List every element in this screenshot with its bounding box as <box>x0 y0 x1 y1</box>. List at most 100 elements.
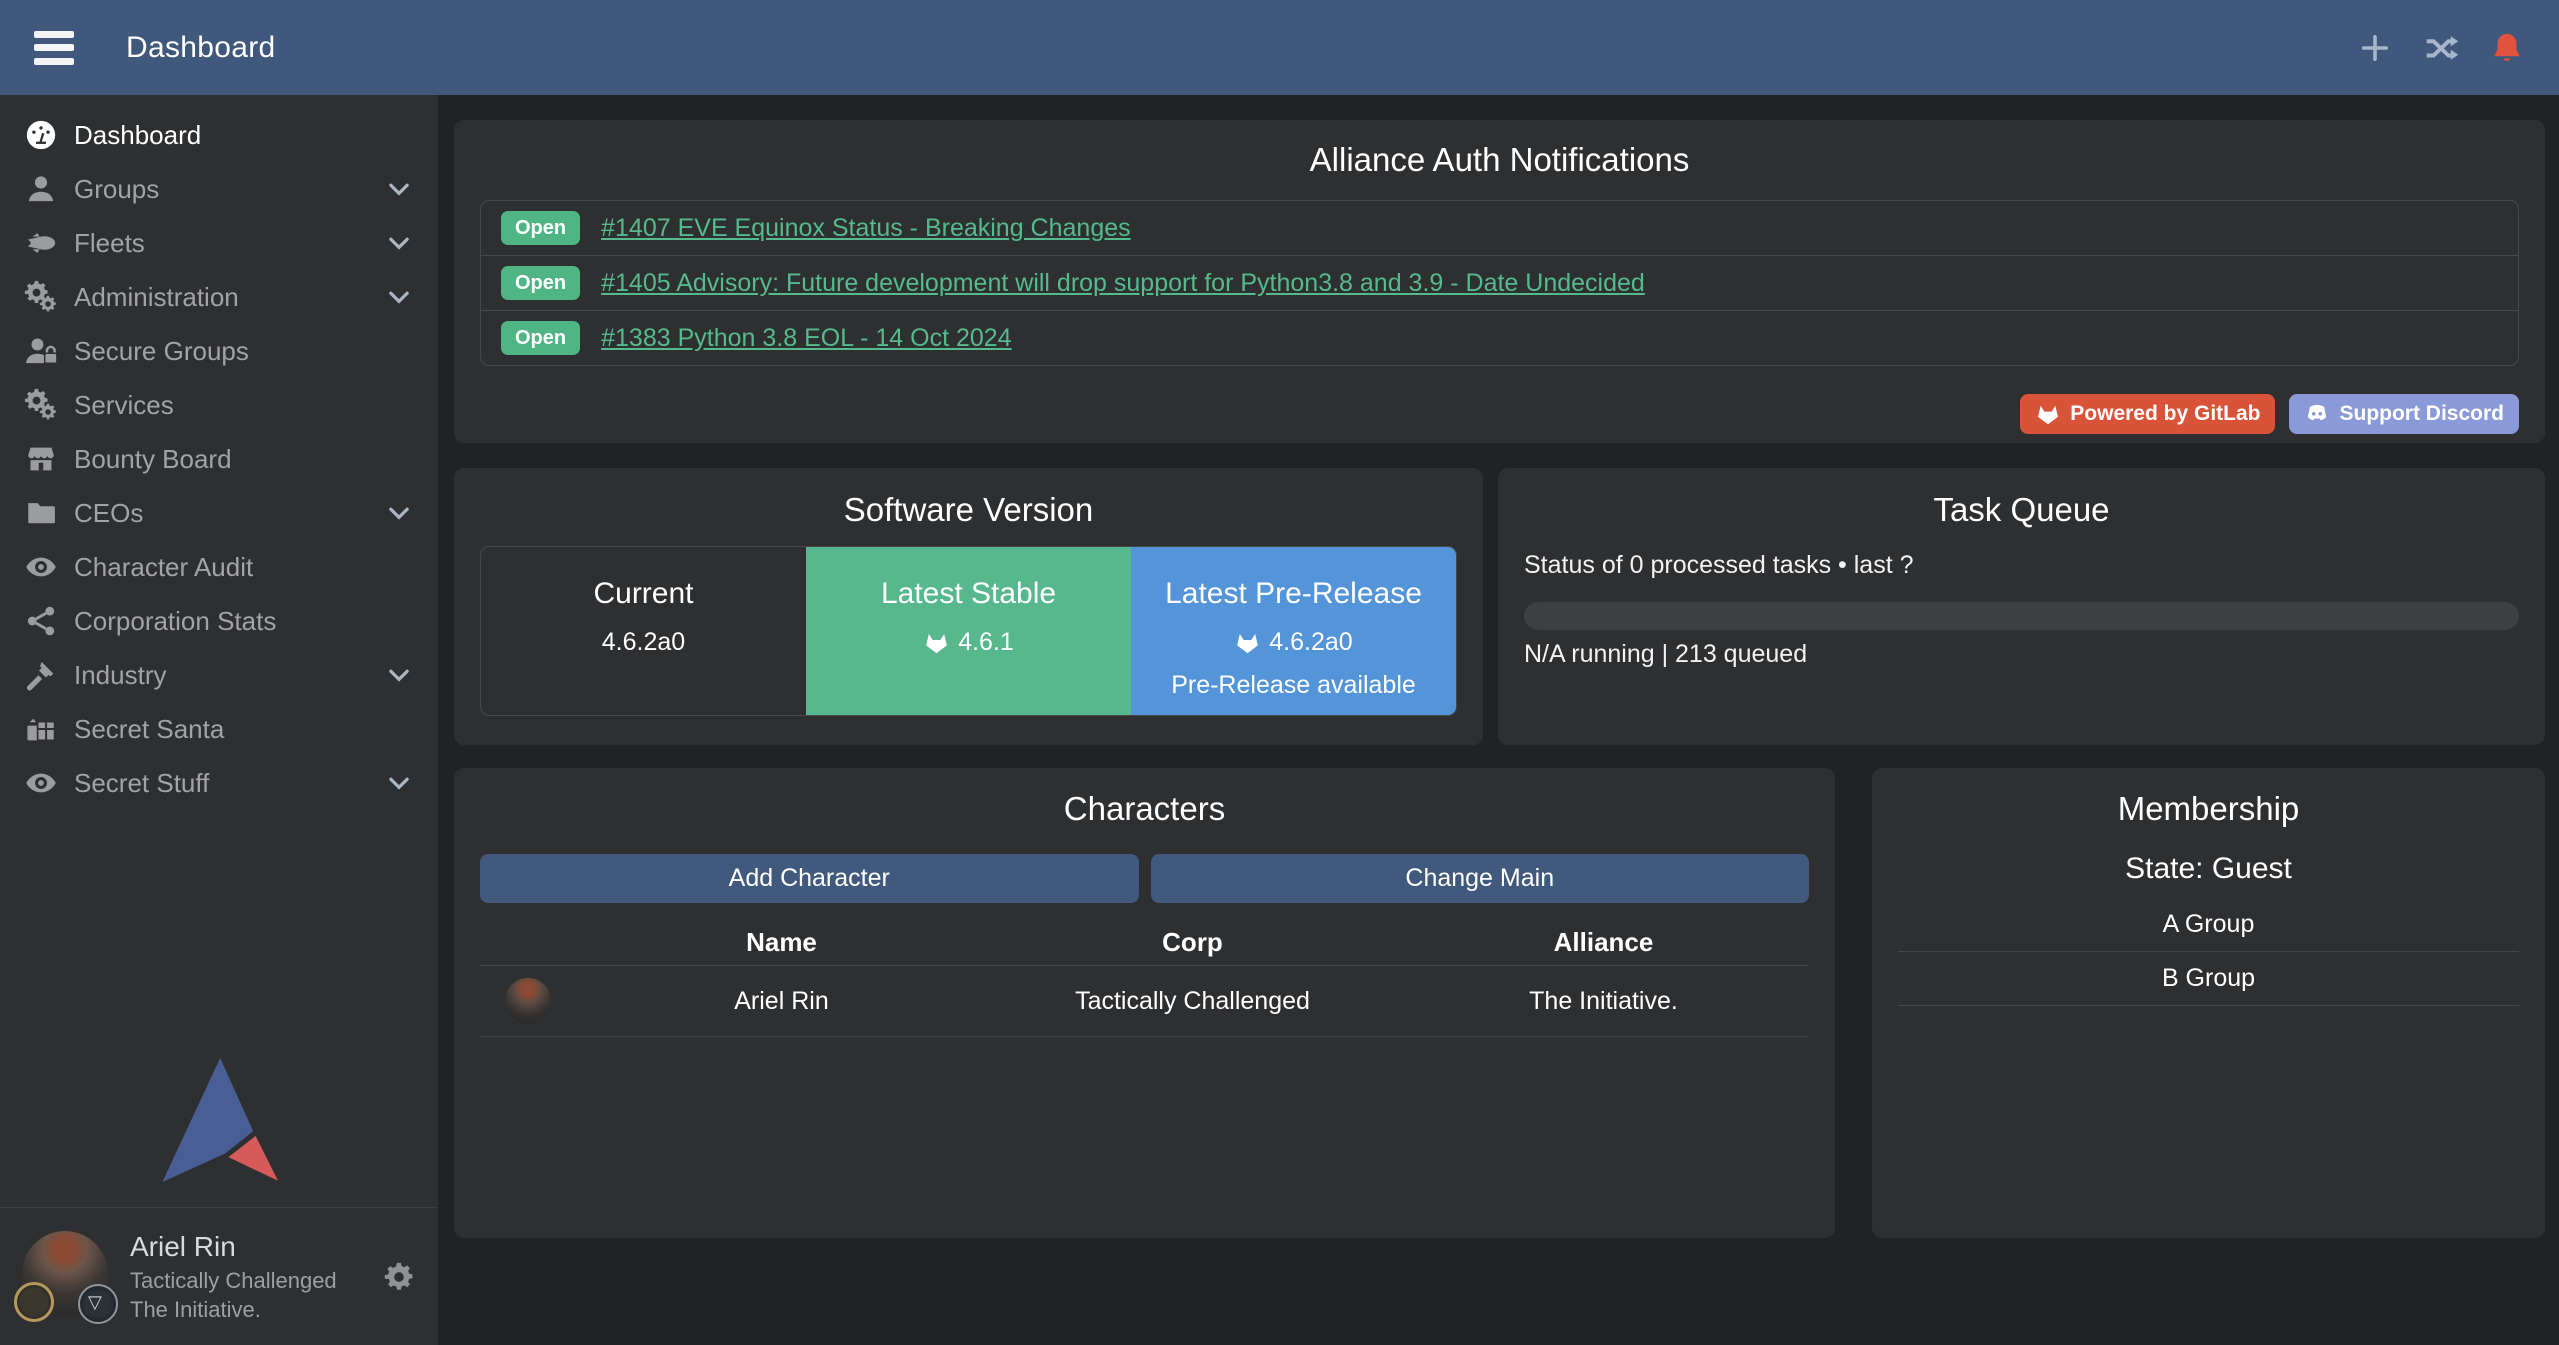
gifts-icon <box>24 712 58 746</box>
chevron-down-icon <box>384 498 414 528</box>
membership-title: Membership <box>1898 790 2519 828</box>
characters-table-header: Name Corp Alliance <box>480 919 1809 966</box>
status-badge: Open <box>501 266 580 300</box>
top-navbar: Dashboard <box>0 0 2559 95</box>
column-corp: Corp <box>987 927 1398 958</box>
characters-title: Characters <box>480 790 1809 828</box>
notifications-footer: Powered by GitLab Support Discord <box>480 394 2519 434</box>
chevron-down-icon <box>384 174 414 204</box>
chevron-down-icon <box>384 228 414 258</box>
group-list-item: B Group <box>1898 952 2519 1006</box>
hammer-icon <box>24 658 58 692</box>
gitlab-icon <box>2035 401 2061 427</box>
status-badge: Open <box>501 321 580 355</box>
gitlab-icon <box>1234 629 1261 656</box>
add-character-button[interactable]: Add Character <box>480 854 1139 903</box>
folder-icon <box>24 496 58 530</box>
discord-icon <box>2304 401 2330 427</box>
character-name: Ariel Rin <box>576 987 987 1016</box>
user-avatar[interactable] <box>20 1227 112 1327</box>
version-cell-latest-prerelease: Latest Pre-Release 4.6.2a0 Pre-Release a… <box>1131 547 1456 715</box>
characters-panel: Characters Add Character Change Main Nam… <box>454 768 1835 1238</box>
membership-groups: A Group B Group <box>1898 898 2519 1006</box>
task-progress-bar <box>1524 602 2519 630</box>
version-cell-latest-stable: Latest Stable 4.6.1 <box>806 547 1131 715</box>
group-list-item: A Group <box>1898 898 2519 952</box>
corp-logo-badge <box>14 1282 54 1322</box>
task-queue-counts: N/A running | 213 queued <box>1524 640 2519 669</box>
character-corp: Tactically Challenged <box>987 987 1398 1016</box>
page-title[interactable]: Dashboard <box>126 31 275 65</box>
navbar-actions <box>2357 30 2525 66</box>
main-content: Alliance Auth Notifications Open #1407 E… <box>438 95 2559 1345</box>
notifications-bell-icon[interactable] <box>2489 30 2525 66</box>
menu-toggle-icon[interactable] <box>34 31 74 65</box>
gauge-icon <box>24 118 58 152</box>
sidebar-item-bounty-board[interactable]: Bounty Board <box>0 432 438 486</box>
status-badge: Open <box>501 211 580 245</box>
user-info: Ariel Rin Tactically Challenged The Init… <box>130 1229 337 1324</box>
sidebar-item-secret-stuff[interactable]: Secret Stuff <box>0 756 438 810</box>
add-character-icon[interactable] <box>2357 30 2393 66</box>
sidebar-item-corporation-stats[interactable]: Corporation Stats <box>0 594 438 648</box>
membership-state: State: Guest <box>1898 852 2519 886</box>
alliance-auth-dashboard: { "navbar": { "title": "Dashboard" }, "s… <box>0 0 2559 1345</box>
change-main-shuffle-icon[interactable] <box>2423 30 2459 66</box>
notification-row: Open #1405 Advisory: Future development … <box>481 256 2518 311</box>
notification-row: Open #1383 Python 3.8 EOL - 14 Oct 2024 <box>481 311 2518 365</box>
share-icon <box>24 604 58 638</box>
eye-icon <box>24 766 58 800</box>
sidebar-item-secure-groups[interactable]: Secure Groups <box>0 324 438 378</box>
eye-icon <box>24 550 58 584</box>
sidebar-item-ceos[interactable]: CEOs <box>0 486 438 540</box>
sidebar-item-administration[interactable]: Administration <box>0 270 438 324</box>
sidebar-user-panel: Ariel Rin Tactically Challenged The Init… <box>0 1207 438 1345</box>
store-icon <box>24 442 58 476</box>
sidebar-item-character-audit[interactable]: Character Audit <box>0 540 438 594</box>
version-cell-current: Current 4.6.2a0 <box>481 547 806 715</box>
sidebar-nav: Dashboard Groups Fleets Administration S… <box>0 95 438 810</box>
gear-icon[interactable] <box>382 1260 416 1294</box>
notification-row: Open #1407 EVE Equinox Status - Breaking… <box>481 201 2518 256</box>
chevron-down-icon <box>384 282 414 312</box>
sidebar-item-groups[interactable]: Groups <box>0 162 438 216</box>
chevron-down-icon <box>384 660 414 690</box>
user-corp: Tactically Challenged <box>130 1266 337 1295</box>
cogs-icon <box>24 388 58 422</box>
sidebar: Dashboard Groups Fleets Administration S… <box>0 95 438 1345</box>
user-alliance: The Initiative. <box>130 1295 337 1324</box>
task-queue-status: Status of 0 processed tasks • last ? <box>1524 551 2519 580</box>
sidebar-item-services[interactable]: Services <box>0 378 438 432</box>
sidebar-item-fleets[interactable]: Fleets <box>0 216 438 270</box>
powered-by-gitlab-badge[interactable]: Powered by GitLab <box>2020 394 2275 434</box>
notification-link[interactable]: #1407 EVE Equinox Status - Breaking Chan… <box>601 214 1131 243</box>
alliance-auth-logo <box>160 1058 278 1182</box>
sidebar-item-secret-santa[interactable]: Secret Santa <box>0 702 438 756</box>
software-version-title: Software Version <box>480 491 1457 529</box>
software-version-panel: Software Version Current 4.6.2a0 Latest … <box>454 468 1483 745</box>
notification-link[interactable]: #1405 Advisory: Future development will … <box>601 269 1645 298</box>
membership-panel: Membership State: Guest A Group B Group <box>1872 768 2545 1238</box>
support-discord-badge[interactable]: Support Discord <box>2289 394 2519 434</box>
notifications-title: Alliance Auth Notifications <box>480 141 2519 179</box>
jet-icon <box>24 226 58 260</box>
sidebar-item-industry[interactable]: Industry <box>0 648 438 702</box>
notification-link[interactable]: #1383 Python 3.8 EOL - 14 Oct 2024 <box>601 324 1011 353</box>
user-name: Ariel Rin <box>130 1229 337 1266</box>
change-main-button[interactable]: Change Main <box>1151 854 1810 903</box>
character-alliance: The Initiative. <box>1398 987 1809 1016</box>
sidebar-item-dashboard[interactable]: Dashboard <box>0 108 438 162</box>
table-row: Ariel Rin Tactically Challenged The Init… <box>480 966 1809 1037</box>
alliance-logo-badge <box>78 1284 118 1324</box>
gitlab-icon <box>923 629 950 656</box>
characters-table: Name Corp Alliance Ariel Rin Tactically … <box>480 919 1809 1037</box>
column-name: Name <box>576 927 987 958</box>
task-queue-title: Task Queue <box>1524 491 2519 529</box>
version-comparison: Current 4.6.2a0 Latest Stable 4.6.1 Late… <box>480 546 1457 716</box>
column-alliance: Alliance <box>1398 927 1809 958</box>
chevron-down-icon <box>384 768 414 798</box>
task-queue-panel: Task Queue Status of 0 processed tasks •… <box>1498 468 2545 745</box>
cogs-icon <box>24 280 58 314</box>
user-lock-icon <box>24 334 58 368</box>
character-avatar <box>505 978 551 1024</box>
